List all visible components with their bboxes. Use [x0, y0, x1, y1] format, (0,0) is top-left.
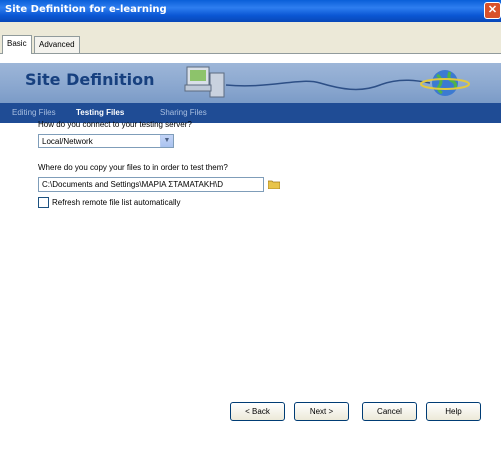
help-button[interactable]: Help — [426, 402, 481, 421]
tab-basic[interactable]: Basic — [2, 35, 32, 54]
banner: Site Definition — [0, 63, 501, 103]
copy-question-label: Where do you copy your files to in order… — [38, 163, 228, 172]
content-area: Site Definition Editing Files Testing Fi… — [0, 54, 501, 454]
close-icon[interactable]: ✕ — [484, 2, 501, 19]
refresh-label: Refresh remote file list automatically — [52, 198, 181, 207]
connect-method-select[interactable]: Local/Network ▼ — [38, 134, 174, 148]
cancel-button[interactable]: Cancel — [362, 402, 417, 421]
connect-method-value: Local/Network — [42, 137, 93, 146]
next-button[interactable]: Next > — [294, 402, 349, 421]
nav-editing-files[interactable]: Editing Files — [12, 108, 56, 117]
back-button[interactable]: < Back — [230, 402, 285, 421]
computer-icon — [184, 66, 225, 98]
window-title: Site Definition for e-learning — [5, 4, 167, 15]
tab-advanced[interactable]: Advanced — [34, 36, 80, 53]
chevron-down-icon[interactable]: ▼ — [160, 135, 173, 147]
nav-sharing-files[interactable]: Sharing Files — [160, 108, 207, 117]
nav-testing-files[interactable]: Testing Files — [76, 108, 124, 117]
refresh-checkbox[interactable] — [38, 197, 49, 208]
connect-question-label: How do you connect to your testing serve… — [38, 120, 192, 129]
testing-folder-input[interactable]: C:\Documents and Settings\ΜΑΡΙΑ ΣΤΑΜΑΤΑΚ… — [38, 177, 264, 192]
banner-illustration — [184, 66, 470, 98]
title-bar: Site Definition for e-learning ✕ — [0, 0, 501, 22]
folder-icon[interactable] — [268, 179, 280, 189]
